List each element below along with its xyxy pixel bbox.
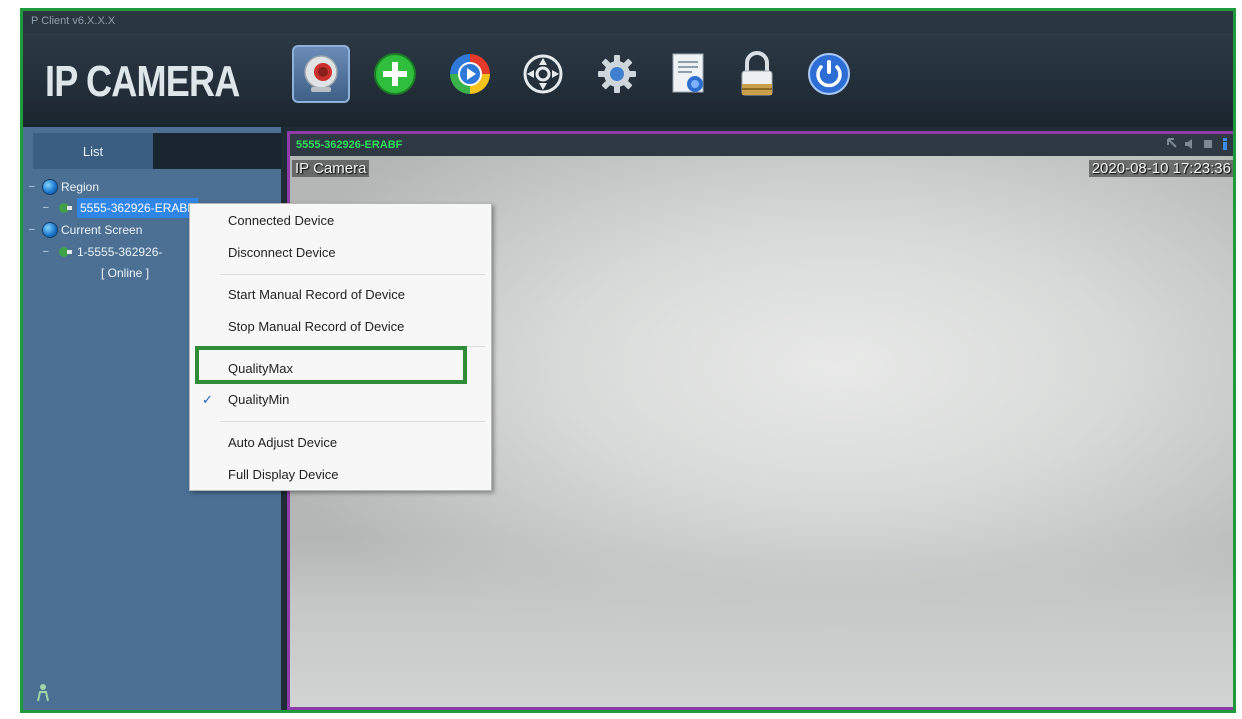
menu-separator (220, 274, 485, 275)
log-icon (672, 53, 704, 93)
osd-timestamp: 2020-08-10 17:23:36 (1088, 160, 1233, 177)
panel-controls (1166, 137, 1230, 151)
settings-button[interactable] (588, 45, 646, 103)
globe-icon (43, 223, 57, 237)
camera-icon (59, 247, 72, 257)
expand-icon[interactable]: – (43, 198, 53, 218)
lock-button[interactable] (728, 45, 786, 103)
menu-item-auto-adjust[interactable]: Auto Adjust Device (190, 428, 491, 458)
app-logo: IP CAMERA (45, 57, 240, 106)
checkmark-icon: ✓ (202, 392, 213, 407)
expand-icon[interactable]: – (29, 220, 39, 240)
power-icon (808, 53, 850, 95)
tree-item-region[interactable]: – Region (29, 177, 99, 197)
power-button[interactable] (800, 45, 858, 103)
log-button[interactable] (660, 45, 718, 103)
settings-icon (598, 55, 636, 93)
toolbar: IP CAMERA (23, 33, 1233, 127)
menu-separator (220, 421, 485, 422)
menu-item-stop-manual-record[interactable]: Stop Manual Record of Device (190, 312, 491, 342)
live-view-button[interactable] (292, 45, 350, 103)
menu-item-full-display[interactable]: Full Display Device (190, 460, 491, 490)
playback-button[interactable] (441, 45, 499, 103)
playback-icon (450, 54, 490, 94)
tree-item-label: 5555-362926-ERABF (77, 198, 198, 218)
menu-item-quality-max[interactable]: QualityMax (190, 354, 491, 384)
record-icon[interactable] (1202, 137, 1214, 151)
tree-item-label: 1-5555-362926- (77, 245, 163, 259)
user-icon[interactable] (35, 682, 51, 702)
tree-item-status: [ Online ] (101, 263, 149, 283)
add-icon (374, 53, 416, 95)
menu-item-start-manual-record[interactable]: Start Manual Record of Device (190, 280, 491, 310)
osd-camera-name: IP Camera (292, 160, 370, 177)
webcam-icon (304, 55, 338, 92)
tree-item-label: Region (61, 180, 100, 194)
menu-item-connected-device[interactable]: Connected Device (190, 206, 491, 236)
ptz-control-button[interactable] (514, 45, 572, 103)
speaker-icon[interactable] (1184, 137, 1196, 151)
arrow-icon[interactable] (1166, 137, 1178, 151)
expand-icon[interactable]: – (29, 177, 39, 197)
ptz-control-icon (523, 54, 563, 94)
tab-list[interactable]: List (33, 133, 153, 169)
tree-item-label: Current Screen (61, 223, 143, 237)
status-label: [ Online ] (101, 266, 150, 280)
tree-item-region-device[interactable]: – 5555-362926-ERABF (43, 198, 198, 218)
device-title: 5555-362926-ERABF (296, 139, 403, 151)
menu-item-disconnect-device[interactable]: Disconnect Device (190, 238, 491, 268)
menu-item-label: QualityMin (228, 392, 290, 407)
add-device-button[interactable] (366, 45, 424, 103)
camera-icon (59, 203, 72, 213)
lock-icon (741, 51, 773, 96)
video-panel-header: 5555-362926-ERABF (290, 134, 1233, 156)
menu-separator (220, 346, 485, 347)
tree-item-screen-device[interactable]: – 1-5555-362926- (43, 242, 162, 262)
expand-icon[interactable]: – (43, 242, 53, 262)
window-title: P Client v6.X.X.X (23, 11, 1233, 33)
tree-item-current-screen[interactable]: – Current Screen (29, 220, 142, 240)
globe-icon (43, 180, 57, 194)
menu-item-quality-min[interactable]: ✓ QualityMin (190, 385, 491, 415)
tab-strip (153, 133, 281, 169)
context-menu: Connected Device Disconnect Device Start… (189, 203, 492, 491)
info-icon[interactable] (1220, 137, 1230, 151)
